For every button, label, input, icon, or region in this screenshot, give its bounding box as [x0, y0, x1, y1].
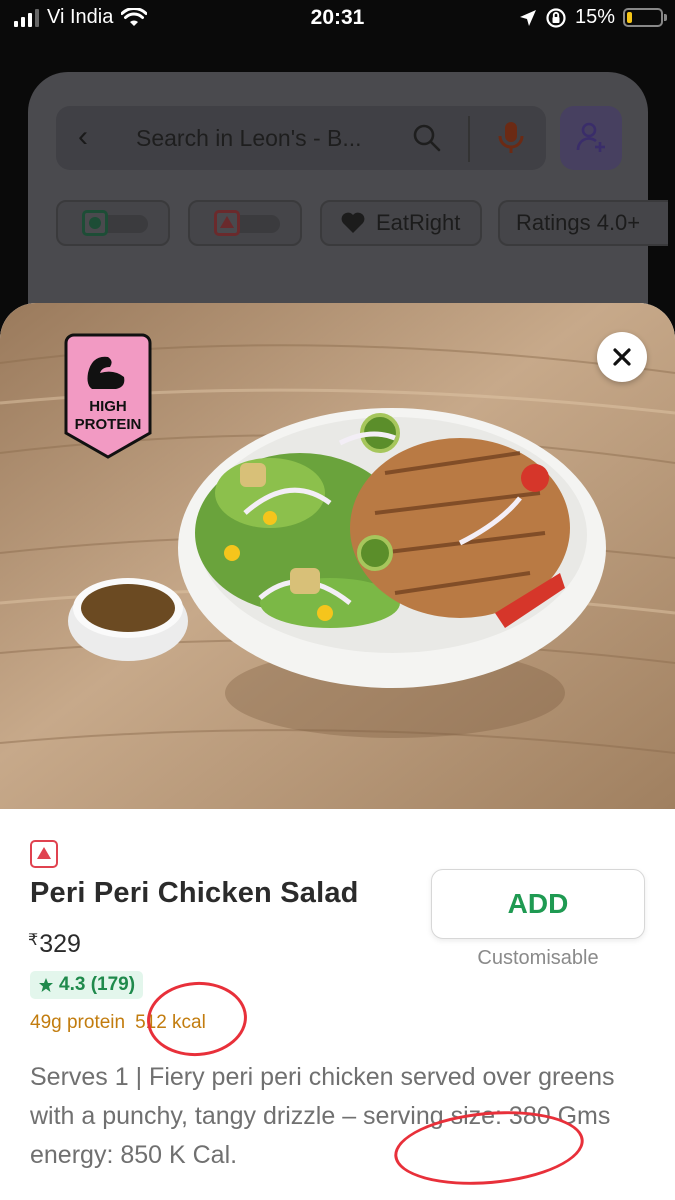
- item-detail-sheet: HIGH PROTEIN Peri Peri Chicken Salad ₹32…: [0, 303, 675, 1200]
- customisable-label: Customisable: [477, 947, 599, 969]
- rating-value: 4.3 (179): [59, 974, 136, 995]
- kcal-value: 512 kcal: [135, 1012, 206, 1033]
- close-button[interactable]: [597, 332, 647, 382]
- high-protein-badge: HIGH PROTEIN: [64, 333, 152, 459]
- search-divider: [468, 116, 470, 162]
- search-input[interactable]: Search in Leon's - B...: [136, 125, 362, 152]
- ratings-label: Ratings 4.0+: [516, 210, 641, 235]
- badge-line-2: PROTEIN: [75, 416, 142, 433]
- location-arrow-icon: [519, 9, 536, 26]
- add-button[interactable]: ADD: [431, 869, 645, 939]
- close-icon: [613, 348, 631, 366]
- badge-line-1: HIGH: [89, 398, 127, 415]
- group-order-button[interactable]: [560, 106, 622, 170]
- battery-percent: 15%: [574, 6, 615, 28]
- protein-value: 49g protein: [30, 1012, 126, 1033]
- add-person-icon: [576, 122, 605, 152]
- orientation-lock-icon: [546, 7, 566, 28]
- search-bar[interactable]: ‹ Search in Leon's - B...: [56, 106, 546, 170]
- star-icon: [39, 978, 53, 992]
- eatright-filter-chip[interactable]: EatRight: [320, 200, 482, 246]
- status-bar: Vi India 20:31 15%: [0, 0, 675, 40]
- item-description: Serves 1 | Fiery peri peri chicken serve…: [30, 1063, 615, 1169]
- ratings-filter-chip[interactable]: Ratings 4.0+: [498, 200, 668, 246]
- eatright-label: EatRight: [376, 210, 461, 235]
- nonveg-icon: [214, 210, 240, 236]
- item-price: ₹329: [28, 930, 81, 959]
- search-icon[interactable]: [411, 122, 443, 154]
- back-arrow-icon[interactable]: ‹: [78, 120, 88, 154]
- veg-icon: [82, 210, 108, 236]
- nonveg-icon: [30, 840, 58, 868]
- nonveg-filter-toggle[interactable]: [188, 200, 302, 246]
- battery-icon: [623, 8, 667, 27]
- currency-symbol: ₹: [28, 932, 39, 949]
- item-name: Peri Peri Chicken Salad: [30, 877, 359, 909]
- rating-badge: 4.3 (179): [30, 971, 144, 999]
- heart-icon: [341, 212, 365, 233]
- nutrition-info: 49g protein 512 kcal: [30, 1012, 206, 1034]
- price-value: 329: [39, 930, 81, 958]
- veg-filter-toggle[interactable]: [56, 200, 170, 246]
- microphone-icon[interactable]: [496, 120, 526, 156]
